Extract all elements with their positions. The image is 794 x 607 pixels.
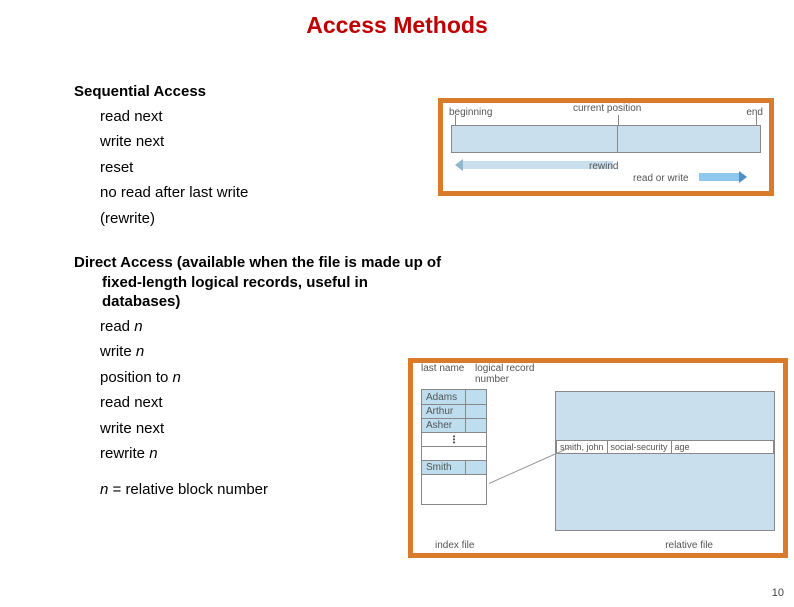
label-rewind: rewind [589,161,618,172]
seq-op: (rewrite) [100,206,474,232]
seq-op: reset [100,155,474,181]
relative-file: smith, john social-security age [555,391,775,531]
label-logical-record: logical record number [475,363,534,385]
page-number: 10 [772,587,784,599]
direct-op: read n [100,314,474,340]
readwrite-arrow-icon [699,173,739,181]
direct-heading: Direct Access (available when the file i… [74,253,444,312]
index-figure: last name logical record number Adams Ar… [408,358,788,558]
idx-cell: Smith [422,461,466,474]
sequential-figure: beginning current position end rewind re… [438,98,774,196]
idx-cell: Adams [422,390,466,404]
idx-cell: Arthur [422,405,466,418]
label-relative-file: relative file [665,540,713,551]
label-read-or-write: read or write [633,173,689,184]
idx-cell: Asher [422,419,466,432]
seq-op: read next [100,104,474,130]
sequential-heading: Sequential Access [74,82,474,102]
label-index-file: index file [435,540,474,551]
label-current-position: current position [573,103,641,114]
page-title: Access Methods [0,12,794,39]
index-table: Adams Arthur Asher ••• Smith [421,389,487,505]
label-end: end [746,107,763,118]
seq-op: write next [100,129,474,155]
relative-record: smith, john social-security age [556,440,774,454]
seq-op: no read after last write [100,180,474,206]
tape [451,125,761,153]
label-lastname: last name [421,363,464,374]
